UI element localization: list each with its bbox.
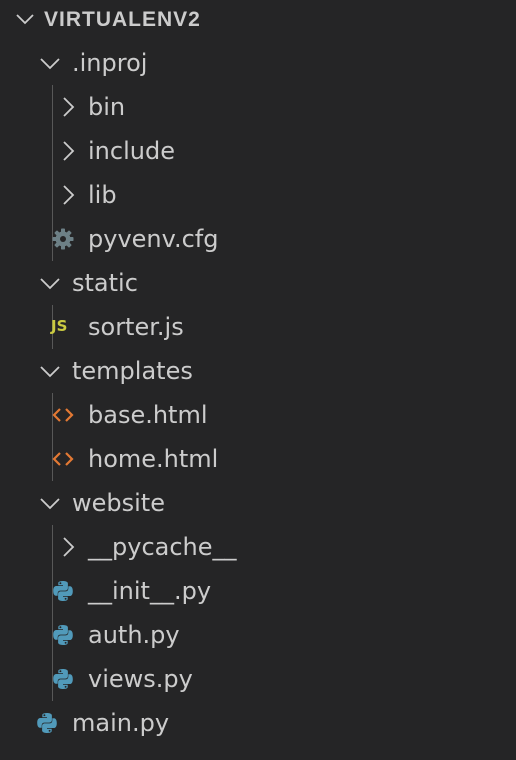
chevron-down-icon[interactable] [14, 8, 36, 30]
file-auth-py[interactable]: auth.py [0, 613, 516, 657]
folder-label: bin [88, 93, 126, 121]
file-label: __init__.py [88, 577, 212, 605]
file-sorter-js[interactable]: JS sorter.js [0, 305, 516, 349]
chevron-right-icon[interactable] [56, 95, 80, 119]
folder-static[interactable]: static [0, 261, 516, 305]
javascript-icon: JS [51, 316, 79, 340]
folder-label: templates [72, 357, 193, 385]
root-folder-label: VIRTUALENV2 [44, 8, 201, 31]
chevron-down-icon[interactable] [38, 491, 62, 515]
gear-icon [51, 227, 75, 251]
folder-include[interactable]: include [0, 129, 516, 173]
chevron-right-icon[interactable] [56, 535, 80, 559]
folder-label: __pycache__ [88, 533, 237, 561]
folder-bin[interactable]: bin [0, 85, 516, 129]
folder-label: static [72, 269, 138, 297]
chevron-down-icon[interactable] [38, 271, 62, 295]
file-label: views.py [88, 665, 193, 693]
python-icon [35, 711, 59, 735]
file-main-py[interactable]: main.py [0, 701, 516, 745]
file-label: main.py [72, 709, 170, 737]
chevron-right-icon[interactable] [56, 139, 80, 163]
chevron-down-icon[interactable] [38, 51, 62, 75]
file-label: home.html [88, 445, 219, 473]
folder-label: lib [88, 181, 117, 209]
file-init-py[interactable]: __init__.py [0, 569, 516, 613]
file-base-html[interactable]: base.html [0, 393, 516, 437]
folder-label: include [88, 137, 175, 165]
file-label: sorter.js [88, 313, 184, 341]
file-home-html[interactable]: home.html [0, 437, 516, 481]
folder-inproj[interactable]: .inproj [0, 41, 516, 85]
file-explorer: VIRTUALENV2 .inproj bin include lib pyve… [0, 0, 516, 760]
file-pyvenv-cfg[interactable]: pyvenv.cfg [0, 217, 516, 261]
file-label: auth.py [88, 621, 180, 649]
chevron-right-icon[interactable] [56, 183, 80, 207]
file-label: base.html [88, 401, 208, 429]
python-icon [51, 579, 75, 603]
file-label: pyvenv.cfg [88, 225, 219, 253]
js-badge-label: JS [51, 317, 68, 335]
folder-website[interactable]: website [0, 481, 516, 525]
root-folder-header[interactable]: VIRTUALENV2 [0, 0, 516, 40]
folder-label: .inproj [72, 49, 148, 77]
folder-label: website [72, 489, 165, 517]
file-views-py[interactable]: views.py [0, 657, 516, 701]
python-icon [51, 667, 75, 691]
folder-lib[interactable]: lib [0, 173, 516, 217]
folder-pycache[interactable]: __pycache__ [0, 525, 516, 569]
folder-templates[interactable]: templates [0, 349, 516, 393]
chevron-down-icon[interactable] [38, 359, 62, 383]
html-icon [51, 447, 75, 471]
python-icon [51, 623, 75, 647]
html-icon [51, 403, 75, 427]
